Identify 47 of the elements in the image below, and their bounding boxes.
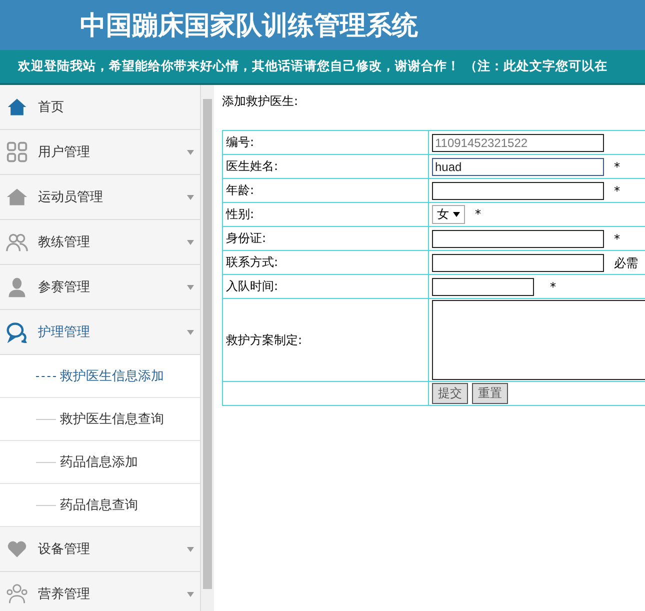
select-field[interactable]: 女 [432, 205, 465, 224]
welcome-text: 欢迎登陆我站，希望能给你带来好心情，其他话语请您自己修改，谢谢合作！ （注：此处文字您可以在 [18, 58, 608, 75]
field-label: 编号: [226, 135, 254, 149]
submenu-item[interactable]: 救护医生信息查询 [0, 398, 200, 441]
input-field[interactable]: huad [432, 158, 604, 176]
field-label: 医生姓名: [226, 159, 278, 173]
field-label: 性别: [226, 207, 254, 221]
form-title: 添加救护医生: [222, 93, 300, 110]
submit-button[interactable]: 提交 [432, 383, 468, 404]
menu-item[interactable]: 营养管理 [0, 572, 200, 611]
dropdown-icon [453, 212, 460, 217]
input-field[interactable]: 11091452321522 [432, 134, 604, 152]
submenu-item[interactable]: 药品信息查询 [0, 484, 200, 527]
people-icon [6, 583, 28, 605]
input-field[interactable] [432, 254, 604, 272]
submenu-item[interactable]: 救护医生信息添加 [0, 355, 200, 398]
required-mark: 必需 [614, 256, 638, 270]
required-mark: * [475, 207, 481, 221]
input-field[interactable] [432, 230, 604, 248]
menu-item[interactable]: 设备管理 [0, 527, 200, 572]
field-label: 年龄: [226, 183, 254, 197]
home-icon [6, 186, 28, 208]
input-field[interactable] [432, 278, 534, 296]
field-label: 身份证: [226, 231, 266, 245]
required-mark: * [550, 280, 556, 294]
textarea-field[interactable] [432, 300, 645, 380]
field-label: 联系方式: [226, 255, 278, 269]
grid-icon [6, 141, 28, 163]
field-label: 救护方案制定: [226, 332, 302, 346]
app-title: 中国蹦床国家队训练管理系统 [80, 10, 418, 42]
scrollbar[interactable] [201, 85, 214, 611]
home-icon [6, 96, 28, 118]
menu-item[interactable]: 首页 [0, 85, 200, 130]
users-icon [6, 231, 28, 253]
chat-icon [6, 321, 28, 343]
menu-item[interactable]: 用户管理 [0, 130, 200, 175]
reset-button[interactable]: 重置 [472, 383, 508, 404]
user-icon [6, 276, 28, 298]
field-label: 入队时间: [226, 279, 278, 293]
input-field[interactable] [432, 182, 604, 200]
required-mark: * [614, 160, 620, 174]
required-mark: * [614, 232, 620, 246]
menu-item[interactable]: 教练管理 [0, 220, 200, 265]
menu-item[interactable]: 参赛管理 [0, 265, 200, 310]
submenu-item[interactable]: 药品信息添加 [0, 441, 200, 484]
menu-item[interactable]: 运动员管理 [0, 175, 200, 220]
required-mark: * [614, 184, 620, 198]
